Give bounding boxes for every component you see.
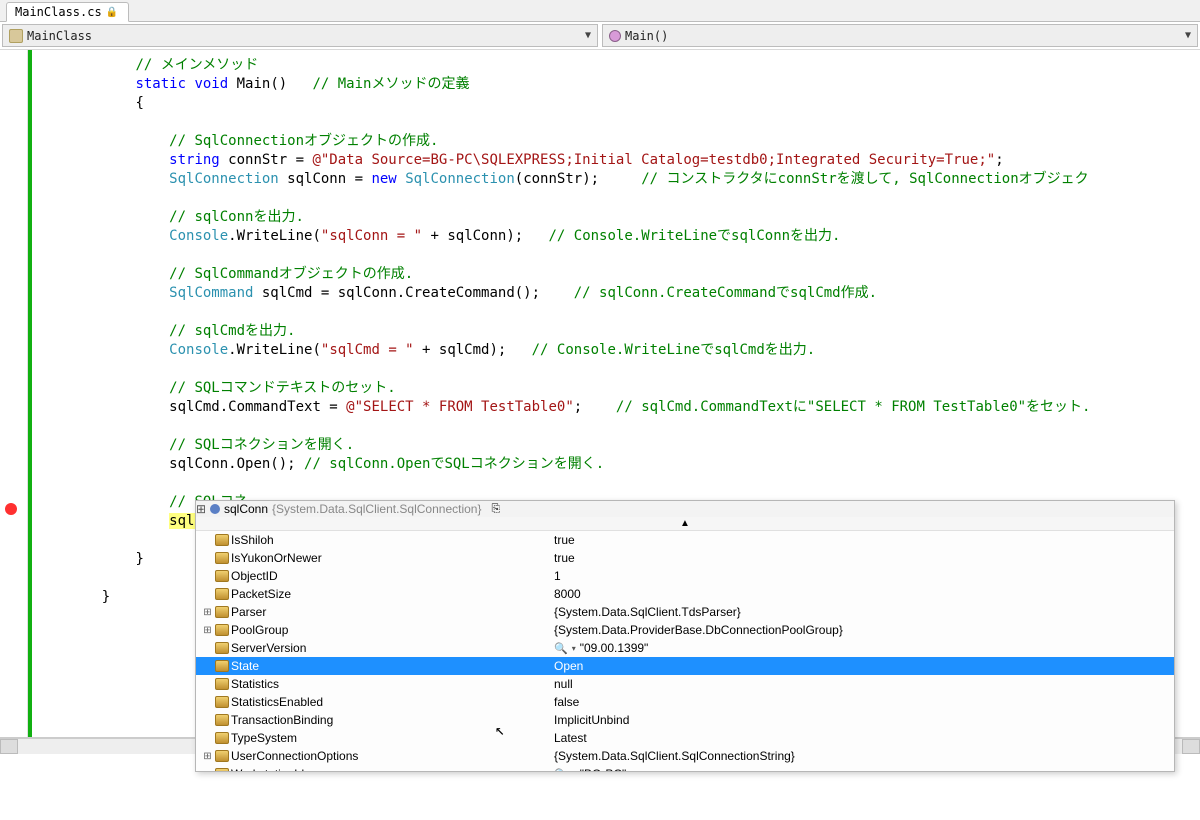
lock-icon: 🔒 — [106, 7, 118, 18]
property-value: ImplicitUnbind — [554, 713, 629, 727]
property-name: IsYukonOrNewer — [231, 551, 322, 565]
property-name: TypeSystem — [231, 731, 297, 745]
property-name: Statistics — [231, 677, 279, 691]
pin-icon[interactable]: ⎘ — [491, 503, 500, 516]
member-combo-label: Main() — [625, 29, 668, 43]
chevron-down-icon: ▼ — [1185, 30, 1191, 41]
property-value: 1 — [554, 569, 561, 583]
property-name: UserConnectionOptions — [231, 749, 358, 763]
property-icon — [215, 660, 229, 672]
property-name: TransactionBinding — [231, 713, 333, 727]
property-icon — [215, 534, 229, 546]
chevron-down-icon: ▼ — [585, 30, 591, 41]
property-value: 8000 — [554, 587, 581, 601]
datatip-row[interactable]: TransactionBinding ImplicitUnbind — [196, 711, 1174, 729]
datatip-row[interactable]: ⊞ UserConnectionOptions {System.Data.SqlCl… — [196, 747, 1174, 765]
expand-icon[interactable]: ⊞ — [202, 751, 213, 762]
expand-icon[interactable]: ⊞ — [202, 625, 213, 636]
datatip-body: IsShiloh true IsYukonOrNewer true ObjectID 1 P… — [196, 531, 1174, 771]
property-icon — [215, 678, 229, 690]
datatip-value: {System.Data.SqlClient.SqlConnection} — [272, 502, 481, 516]
property-icon — [215, 552, 229, 564]
property-name: PacketSize — [231, 587, 291, 601]
breakpoint-marker[interactable] — [5, 503, 17, 515]
property-icon — [215, 714, 229, 726]
dropdown-icon[interactable]: ▾ — [572, 644, 576, 653]
expand-icon[interactable]: ⊞ — [196, 502, 206, 516]
expand-icon[interactable]: ⊞ — [202, 607, 213, 618]
datatip-row[interactable]: IsYukonOrNewer true — [196, 549, 1174, 567]
property-name: PoolGroup — [231, 623, 288, 637]
property-name: ObjectID — [231, 569, 278, 583]
datatip-row[interactable]: ⊞ Parser {System.Data.SqlClient.TdsParser} — [196, 603, 1174, 621]
datatip-row[interactable]: ⊞ PoolGroup {System.Data.ProviderBase.DbCo… — [196, 621, 1174, 639]
property-icon — [215, 732, 229, 744]
property-name: ServerVersion — [231, 641, 306, 655]
class-combo-label: MainClass — [27, 29, 92, 43]
variable-icon — [210, 504, 220, 514]
property-icon — [215, 696, 229, 708]
datatip-row[interactable]: TypeSystem Latest — [196, 729, 1174, 747]
tab-strip: MainClass.cs 🔒 — [0, 0, 1200, 22]
property-name: IsShiloh — [231, 533, 274, 547]
nav-combo-bar: MainClass ▼ Main() ▼ — [0, 22, 1200, 50]
magnifier-icon[interactable]: 🔍 — [554, 768, 568, 772]
debug-datatip[interactable]: ⊞ sqlConn {System.Data.SqlClient.SqlConn… — [195, 500, 1175, 772]
datatip-varname: sqlConn — [224, 502, 268, 516]
property-value: "BG-PC" — [580, 767, 627, 771]
scroll-up-arrow[interactable]: ▲ — [196, 517, 1174, 531]
property-name: State — [231, 659, 259, 673]
property-value: {System.Data.SqlClient.SqlConnectionStri… — [554, 749, 795, 763]
property-name: StatisticsEnabled — [231, 695, 323, 709]
dropdown-icon[interactable]: ▾ — [572, 770, 576, 772]
property-value: true — [554, 533, 575, 547]
property-icon — [215, 750, 229, 762]
class-icon — [9, 29, 23, 43]
property-name: WorkstationId — [231, 767, 304, 771]
class-combo[interactable]: MainClass ▼ — [2, 24, 598, 47]
property-value: "09.00.1399" — [580, 641, 649, 655]
property-icon — [215, 588, 229, 600]
property-icon — [215, 570, 229, 582]
magnifier-icon[interactable]: 🔍 — [554, 642, 568, 655]
datatip-row[interactable]: WorkstationId 🔍 ▾ "BG-PC" — [196, 765, 1174, 771]
datatip-row[interactable]: ObjectID 1 — [196, 567, 1174, 585]
datatip-row[interactable]: ServerVersion 🔍 ▾ "09.00.1399" — [196, 639, 1174, 657]
datatip-row[interactable]: State Open — [196, 657, 1174, 675]
file-tab[interactable]: MainClass.cs 🔒 — [6, 2, 129, 22]
datatip-row[interactable]: Statistics null — [196, 675, 1174, 693]
property-value: {System.Data.ProviderBase.DbConnectionPo… — [554, 623, 843, 637]
datatip-row[interactable]: StatisticsEnabled false — [196, 693, 1174, 711]
datatip-row[interactable]: PacketSize 8000 — [196, 585, 1174, 603]
datatip-row[interactable]: IsShiloh true — [196, 531, 1174, 549]
editor-gutter[interactable] — [0, 50, 28, 737]
method-icon — [609, 30, 621, 42]
property-icon — [215, 624, 229, 636]
property-icon — [215, 642, 229, 654]
property-value: null — [554, 677, 573, 691]
property-value: Latest — [554, 731, 587, 745]
file-tab-label: MainClass.cs — [15, 5, 102, 19]
member-combo[interactable]: Main() ▼ — [602, 24, 1198, 47]
property-icon — [215, 606, 229, 618]
property-value: true — [554, 551, 575, 565]
property-name: Parser — [231, 605, 266, 619]
property-value: Open — [554, 659, 583, 673]
property-value: false — [554, 695, 579, 709]
property-value: {System.Data.SqlClient.TdsParser} — [554, 605, 741, 619]
property-icon — [215, 768, 229, 771]
datatip-header[interactable]: ⊞ sqlConn {System.Data.SqlClient.SqlConn… — [196, 501, 1174, 517]
